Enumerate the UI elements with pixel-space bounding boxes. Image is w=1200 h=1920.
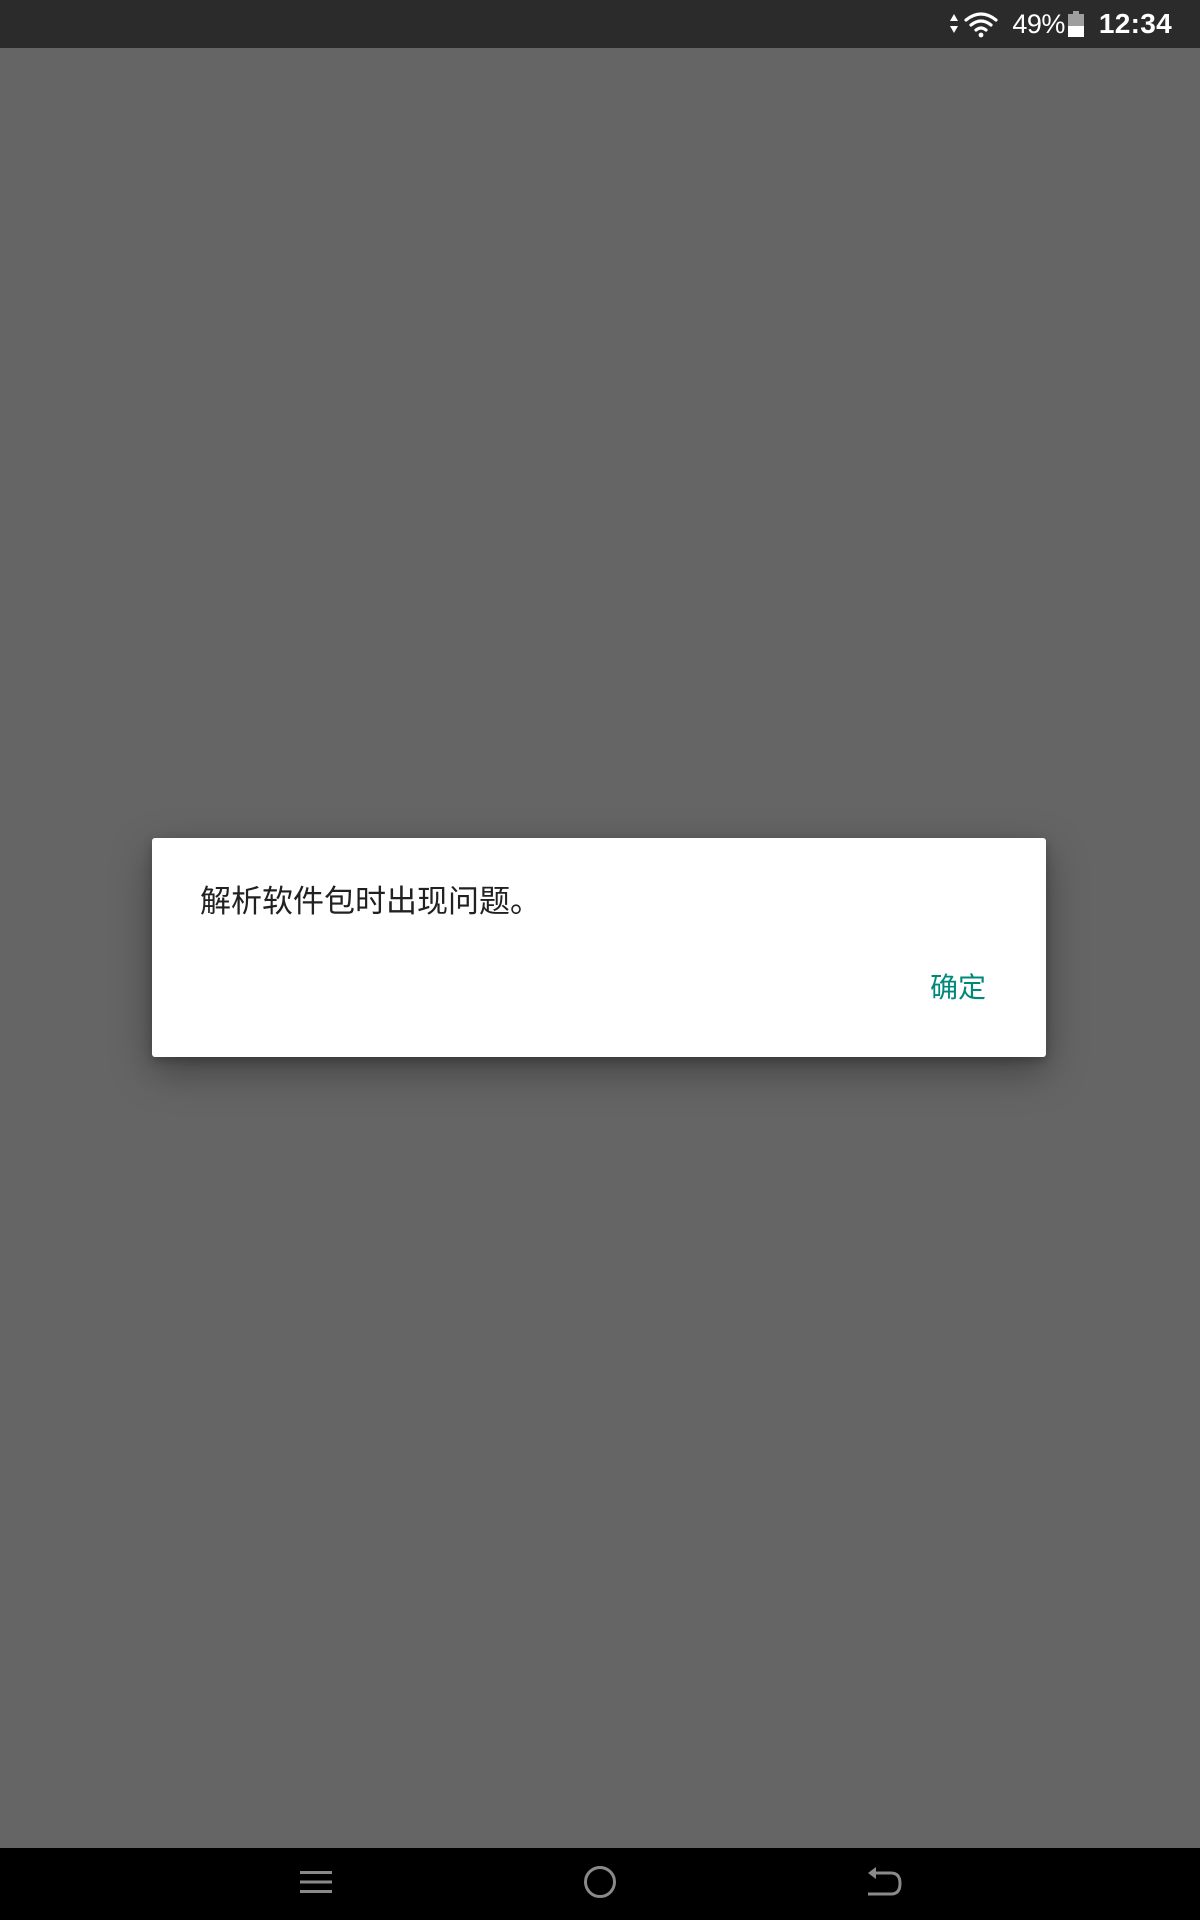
back-button[interactable] xyxy=(824,1848,944,1920)
status-icons: 49% 12:34 xyxy=(948,0,1172,48)
ok-button[interactable]: 确定 xyxy=(910,956,1006,1016)
battery-percent: 49% xyxy=(1012,8,1065,39)
wifi-icon xyxy=(964,10,998,38)
menu-icon xyxy=(299,1868,333,1900)
clock: 12:34 xyxy=(1098,8,1172,39)
status-bar: 49% 12:34 xyxy=(0,0,1200,48)
battery-icon xyxy=(1067,10,1085,38)
navigation-bar xyxy=(0,1848,1200,1920)
alert-dialog: 解析软件包时出现问题。 确定 xyxy=(152,838,1046,1057)
dialog-message: 解析软件包时出现问题。 xyxy=(200,884,541,920)
data-activity-icon xyxy=(948,12,960,36)
home-icon xyxy=(583,1865,617,1903)
menu-button[interactable] xyxy=(256,1848,376,1920)
home-button[interactable] xyxy=(540,1848,660,1920)
back-icon xyxy=(865,1865,903,1903)
